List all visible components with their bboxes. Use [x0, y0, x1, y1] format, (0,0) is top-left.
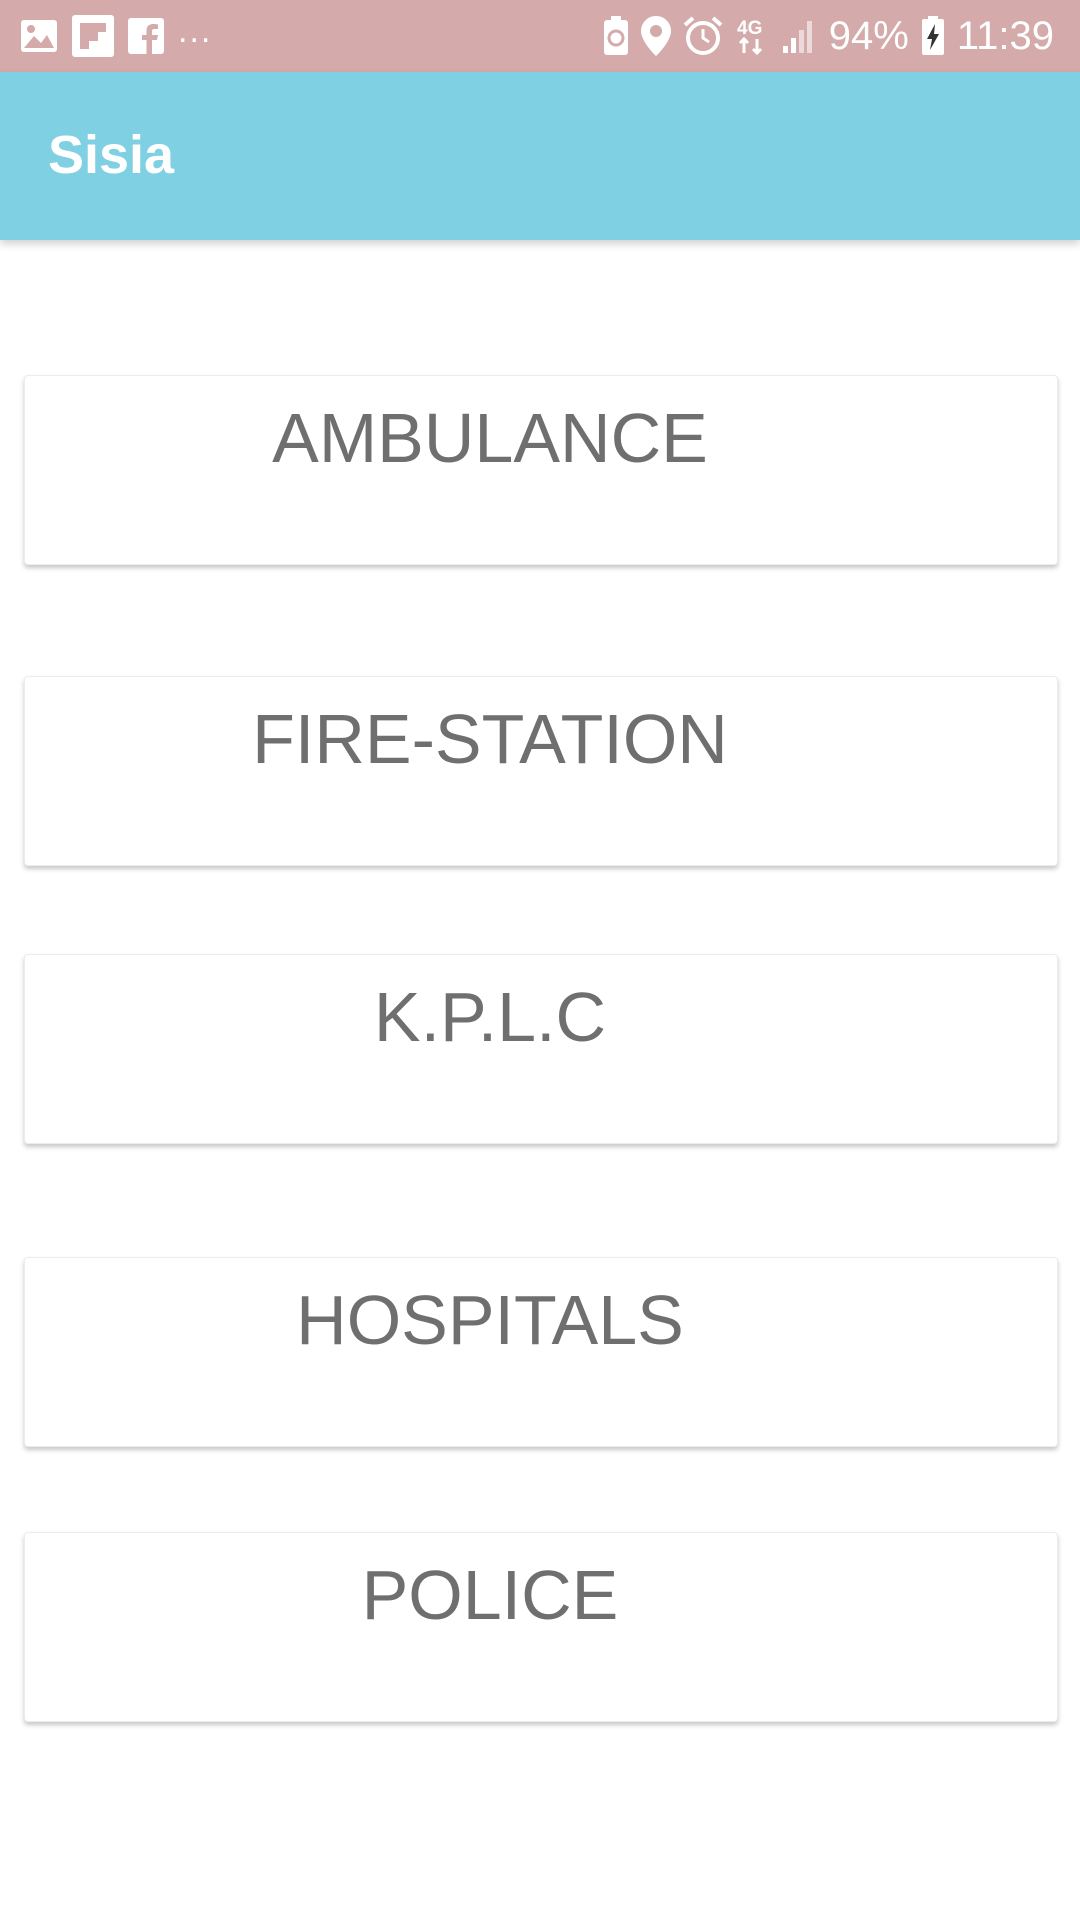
police-button[interactable]: POLICE — [24, 1532, 1058, 1722]
app-title: Sisia — [48, 125, 175, 185]
app-bar: Sisia — [0, 72, 1080, 240]
police-label: POLICE — [361, 1556, 619, 1634]
ambulance-button[interactable]: AMBULANCE — [24, 375, 1058, 565]
kplc-label: K.P.L.C — [373, 978, 607, 1056]
hospitals-label: HOSPITALS — [296, 1281, 684, 1359]
hospitals-button[interactable]: HOSPITALS — [24, 1257, 1058, 1447]
ambulance-label: AMBULANCE — [272, 399, 708, 477]
fire-station-label: FIRE-STATION — [252, 700, 728, 778]
fire-station-button[interactable]: FIRE-STATION — [24, 676, 1058, 866]
kplc-button[interactable]: K.P.L.C — [24, 954, 1058, 1144]
service-list: AMBULANCE FIRE-STATION K.P.L.C HOSPITALS… — [0, 0, 1080, 1920]
